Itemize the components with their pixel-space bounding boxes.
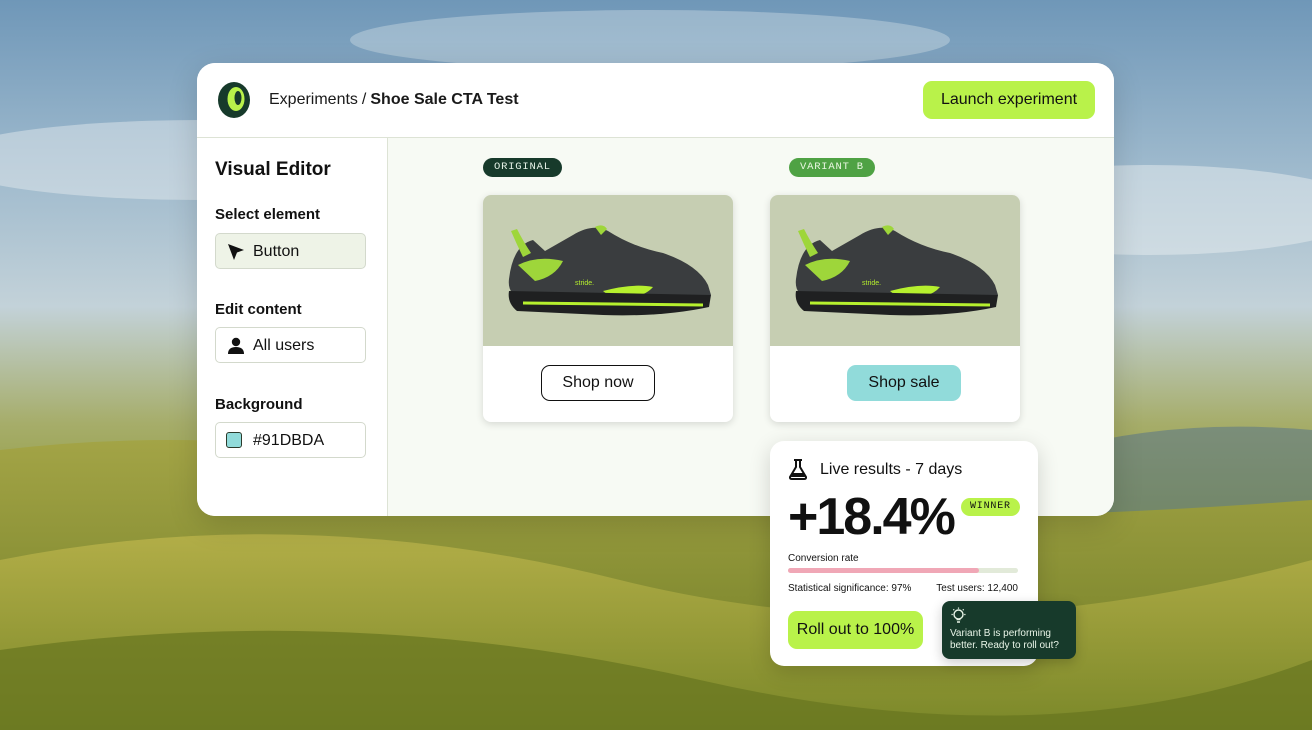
lift-value: +18.4% bbox=[788, 488, 956, 546]
lightbulb-icon bbox=[951, 607, 966, 623]
breadcrumb-separator: / bbox=[361, 91, 367, 108]
conversion-rate-fill bbox=[788, 568, 979, 573]
breadcrumb-root[interactable]: Experiments bbox=[269, 91, 358, 108]
shoe-illustration: stride. bbox=[508, 225, 711, 316]
background-label: Background bbox=[215, 396, 303, 413]
statistical-significance: Statistical significance: 97% bbox=[788, 583, 912, 594]
user-icon bbox=[228, 337, 244, 354]
shoe-image: stride. bbox=[770, 195, 1020, 346]
conversion-rate-label: Conversion rate bbox=[788, 553, 859, 564]
edit-content-label: Edit content bbox=[215, 301, 302, 318]
roll-out-button[interactable]: Roll out to 100% bbox=[788, 611, 923, 649]
winner-badge: WINNER bbox=[961, 498, 1020, 516]
background-color-field[interactable]: #91DBDA bbox=[215, 422, 366, 458]
variant-b-card[interactable]: stride. Shop sale bbox=[770, 195, 1020, 422]
breadcrumb: Experiments / Shoe Sale CTA Test bbox=[269, 91, 519, 109]
edit-content-field[interactable]: All users bbox=[215, 327, 366, 363]
shop-now-button[interactable]: Shop now bbox=[541, 365, 655, 401]
shoe-image: stride. bbox=[483, 195, 733, 346]
shoe-illustration: stride. bbox=[795, 225, 998, 316]
select-element-field[interactable]: Button bbox=[215, 233, 366, 269]
breadcrumb-current: Shoe Sale CTA Test bbox=[370, 91, 519, 108]
logo-icon bbox=[218, 82, 250, 118]
original-card[interactable]: stride. Shop now bbox=[483, 195, 733, 422]
results-title: Live results - 7 days bbox=[820, 461, 963, 478]
recommendation-tooltip: Variant B is performing better. Ready to… bbox=[942, 601, 1076, 659]
svg-text:stride.: stride. bbox=[862, 280, 881, 287]
flask-icon bbox=[788, 459, 808, 480]
cursor-arrow-icon bbox=[228, 244, 244, 260]
select-element-value: Button bbox=[253, 243, 300, 260]
header: Experiments / Shoe Sale CTA Test Launch ex… bbox=[197, 63, 1114, 138]
select-element-label: Select element bbox=[215, 206, 321, 223]
tooltip-message: Variant B is performing better. Ready to… bbox=[950, 628, 1059, 651]
background-color-value: #91DBDA bbox=[253, 432, 325, 449]
sidebar-title: Visual Editor bbox=[215, 159, 331, 180]
svg-text:stride.: stride. bbox=[575, 280, 594, 287]
visual-editor-sidebar: Visual Editor Select element Button Edit… bbox=[197, 138, 388, 516]
edit-content-value: All users bbox=[253, 337, 315, 354]
color-swatch[interactable] bbox=[226, 432, 242, 448]
shop-sale-button[interactable]: Shop sale bbox=[847, 365, 961, 401]
launch-experiment-button[interactable]: Launch experiment bbox=[923, 81, 1095, 119]
original-tag: ORIGINAL bbox=[483, 158, 562, 177]
conversion-rate-bar bbox=[788, 568, 1018, 573]
test-users: Test users: 12,400 bbox=[936, 583, 1018, 594]
variant-b-tag: VARIANT B bbox=[789, 158, 875, 177]
